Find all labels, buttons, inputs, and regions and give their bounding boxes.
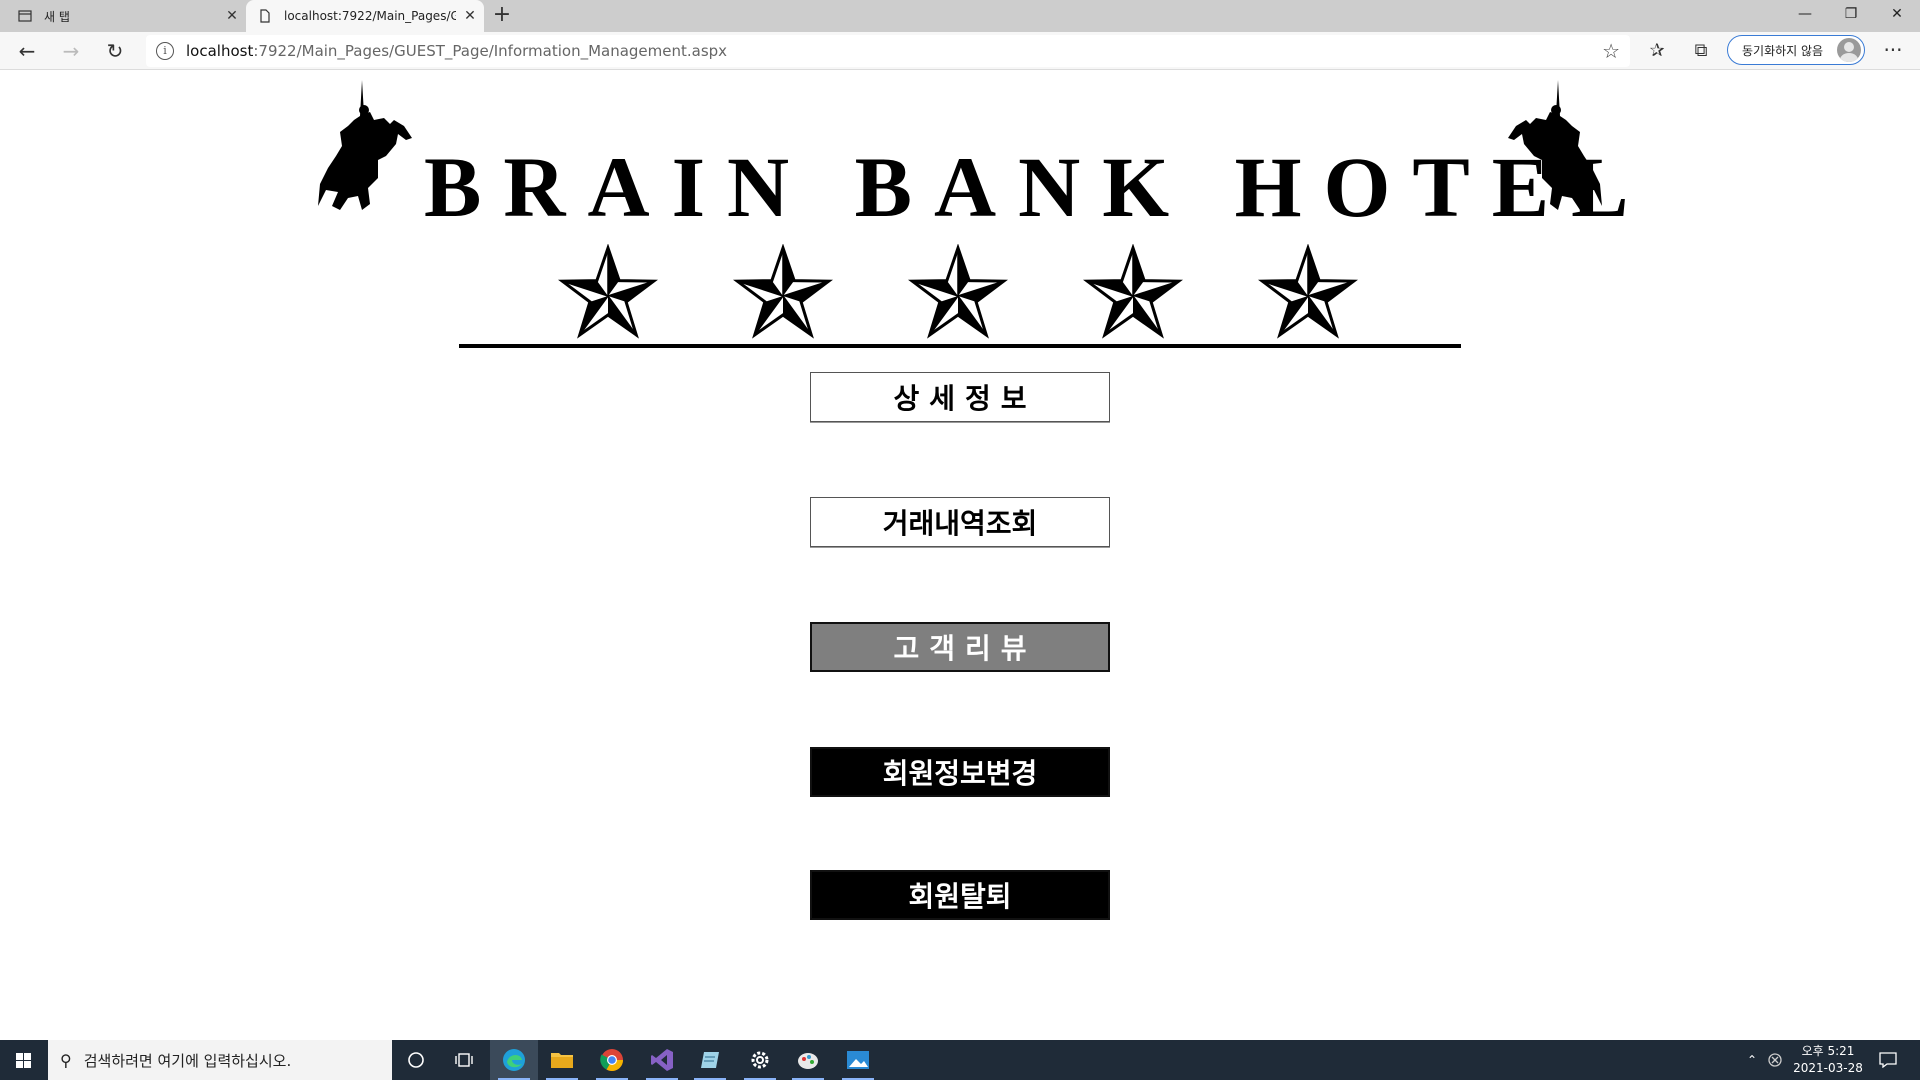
minimize-button[interactable]: — <box>1782 0 1828 30</box>
tab-active-page[interactable]: localhost:7922/Main_Pages/GUES ✕ <box>246 0 484 32</box>
tab-title: localhost:7922/Main_Pages/GUES <box>284 9 456 23</box>
more-options-icon[interactable]: ··· <box>1878 36 1908 66</box>
transaction-history-button[interactable]: 거래내역조회 <box>810 497 1110 547</box>
edge-icon[interactable] <box>490 1040 538 1080</box>
back-button[interactable]: ← <box>12 36 42 66</box>
tab-title: 새 탭 <box>44 9 70 24</box>
url-host: localhost <box>186 42 254 60</box>
edit-member-info-button[interactable]: 회원정보변경 <box>810 747 1110 797</box>
page-icon <box>258 9 272 23</box>
settings-icon[interactable] <box>736 1040 784 1080</box>
profile-sync-button[interactable]: 동기화하지 않음 <box>1727 35 1865 65</box>
star-icon <box>908 244 1008 339</box>
tray-chevron-up-icon[interactable]: ⌃ <box>1742 1040 1762 1080</box>
forward-button[interactable]: → <box>56 36 86 66</box>
address-toolbar: ← → ↻ i localhost:7922/Main_Pages/GUEST_… <box>0 32 1920 70</box>
sync-label: 동기화하지 않음 <box>1742 43 1824 58</box>
clock-date: 2021-03-28 <box>1793 1061 1863 1075</box>
close-icon[interactable]: ✕ <box>218 8 246 24</box>
visual-studio-icon[interactable] <box>638 1040 686 1080</box>
star-icon <box>1083 244 1183 339</box>
star-icon <box>733 244 833 339</box>
system-clock[interactable]: 오후 5:21 2021-03-28 <box>1788 1043 1868 1077</box>
windows-taskbar: ⚲ 검색하려면 여기에 입력하십시오. ⌃ 오후 5:21 2021-03-28 <box>0 1040 1920 1080</box>
tab-strip: 새 탭 ✕ localhost:7922/Main_Pages/GUES ✕ +… <box>0 0 1920 32</box>
refresh-button[interactable]: ↻ <box>100 36 130 66</box>
page-viewport: BRAIN BANK HOTEL 상세정보 거래내역조회 고객리뷰 회원정보변경… <box>0 70 1920 1040</box>
search-placeholder: 검색하려면 여기에 입력하십시오. <box>83 1051 292 1070</box>
chrome-icon[interactable] <box>588 1040 636 1080</box>
restore-button[interactable]: ❐ <box>1828 0 1874 30</box>
knight-logo-icon <box>1508 80 1602 210</box>
favorites-icon[interactable]: ✰ <box>1644 38 1670 64</box>
cortana-icon[interactable] <box>392 1040 440 1080</box>
hotel-banner: BRAIN BANK HOTEL <box>318 80 1651 339</box>
clock-time: 오후 5:21 <box>1801 1044 1855 1058</box>
customer-review-button[interactable]: 고객리뷰 <box>810 622 1110 672</box>
notification-center-icon[interactable] <box>1868 1040 1908 1080</box>
paint-icon[interactable] <box>784 1040 832 1080</box>
favorite-star-icon[interactable]: ☆ <box>1602 39 1620 63</box>
tab-new-tab[interactable]: 새 탭 ✕ <box>0 0 246 32</box>
windows-logo-icon <box>16 1053 31 1068</box>
star-icon <box>1258 244 1358 339</box>
avatar <box>1837 38 1861 62</box>
photos-icon[interactable] <box>834 1040 882 1080</box>
divider <box>459 344 1461 348</box>
task-view-icon[interactable] <box>440 1040 488 1080</box>
notepad-icon[interactable] <box>686 1040 734 1080</box>
collections-icon[interactable]: ⧉ <box>1688 38 1714 64</box>
new-tab-button[interactable]: + <box>488 2 516 30</box>
new-tab-page-icon <box>18 9 32 23</box>
address-bar[interactable]: i localhost:7922/Main_Pages/GUEST_Page/I… <box>146 35 1630 67</box>
close-window-button[interactable]: ✕ <box>1874 0 1920 30</box>
withdraw-membership-button[interactable]: 회원탈퇴 <box>810 870 1110 920</box>
detail-info-button[interactable]: 상세정보 <box>810 372 1110 422</box>
file-explorer-icon[interactable] <box>538 1040 586 1080</box>
url-path: :7922/Main_Pages/GUEST_Page/Information_… <box>253 42 728 60</box>
search-icon: ⚲ <box>60 1050 72 1070</box>
info-icon[interactable]: i <box>156 42 174 60</box>
taskbar-search-input[interactable]: ⚲ 검색하려면 여기에 입력하십시오. <box>48 1040 392 1080</box>
hotel-title: BRAIN BANK HOTEL <box>424 139 1651 235</box>
rating-stars <box>558 244 1358 344</box>
network-error-icon[interactable] <box>1764 1040 1786 1080</box>
close-icon[interactable]: ✕ <box>456 8 484 24</box>
start-button[interactable] <box>0 1040 48 1080</box>
knight-logo-icon <box>318 80 412 210</box>
star-icon <box>558 244 658 339</box>
